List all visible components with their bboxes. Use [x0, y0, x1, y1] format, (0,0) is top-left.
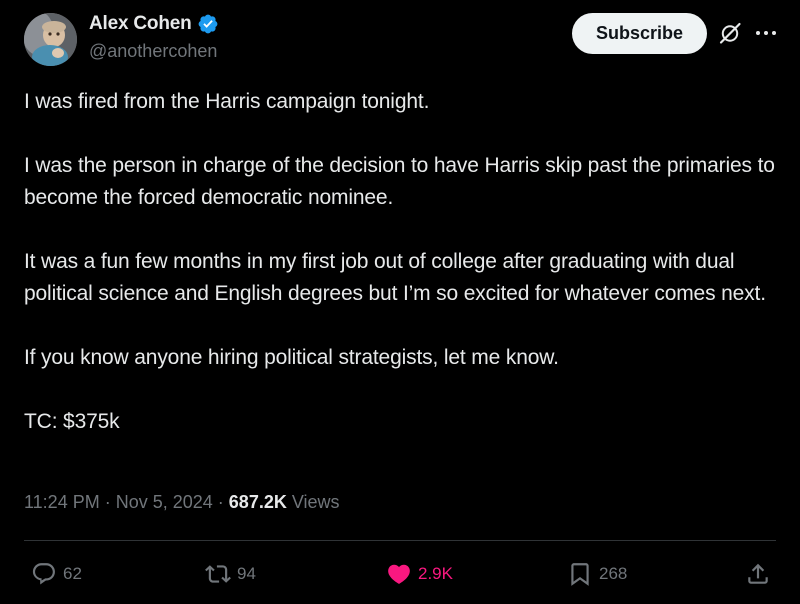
retweet-button[interactable]: 94 [205, 561, 256, 587]
verified-badge-icon[interactable] [197, 13, 219, 35]
divider [24, 540, 776, 541]
tweet-paragraph: I was fired from the Harris campaign ton… [24, 90, 430, 113]
subscribe-button[interactable]: Subscribe [572, 13, 707, 54]
meta-separator: · [104, 492, 111, 512]
retweet-count: 94 [237, 564, 256, 583]
reply-button[interactable]: 62 [31, 561, 82, 587]
heart-icon [388, 564, 410, 584]
reply-count: 62 [63, 564, 82, 583]
author-name-row[interactable]: Alex Cohen [89, 13, 219, 35]
bookmark-icon [571, 563, 589, 586]
grok-icon[interactable] [718, 21, 742, 45]
bookmark-count: 268 [599, 564, 628, 583]
share-icon [748, 563, 768, 584]
reply-icon [32, 563, 55, 585]
views-label[interactable]: Views [292, 492, 340, 513]
tweet-paragraph: If you know anyone hiring political stra… [24, 346, 559, 369]
author-display-name[interactable]: Alex Cohen [89, 13, 192, 35]
meta-separator: · [217, 492, 224, 512]
retweet-icon [205, 565, 231, 583]
tweet-date[interactable]: Nov 5, 2024 [116, 492, 213, 513]
like-button[interactable]: 2.9K [386, 561, 453, 587]
tweet-card: Alex Cohen @anothercohen Subscribe I was… [0, 0, 800, 604]
tweet-time[interactable]: 11:24 PM [24, 492, 100, 513]
avatar-image [24, 13, 77, 66]
author-handle[interactable]: @anothercohen [89, 41, 217, 62]
bookmark-button[interactable]: 268 [567, 561, 627, 587]
tweet-text: I was fired from the Harris campaign ton… [24, 86, 776, 438]
like-count: 2.9K [418, 564, 453, 583]
share-button[interactable] [745, 561, 771, 587]
avatar[interactable] [24, 13, 77, 66]
views-count[interactable]: 687.2K [229, 492, 287, 513]
tweet-paragraph: TC: $375k [24, 410, 120, 433]
tweet-meta: 11:24 PM · Nov 5, 2024 · 687.2K Views [24, 492, 340, 513]
tweet-paragraph: It was a fun few months in my first job … [24, 250, 766, 305]
tweet-paragraph: I was the person in charge of the decisi… [24, 154, 775, 209]
more-horizontal-icon[interactable] [753, 22, 779, 44]
